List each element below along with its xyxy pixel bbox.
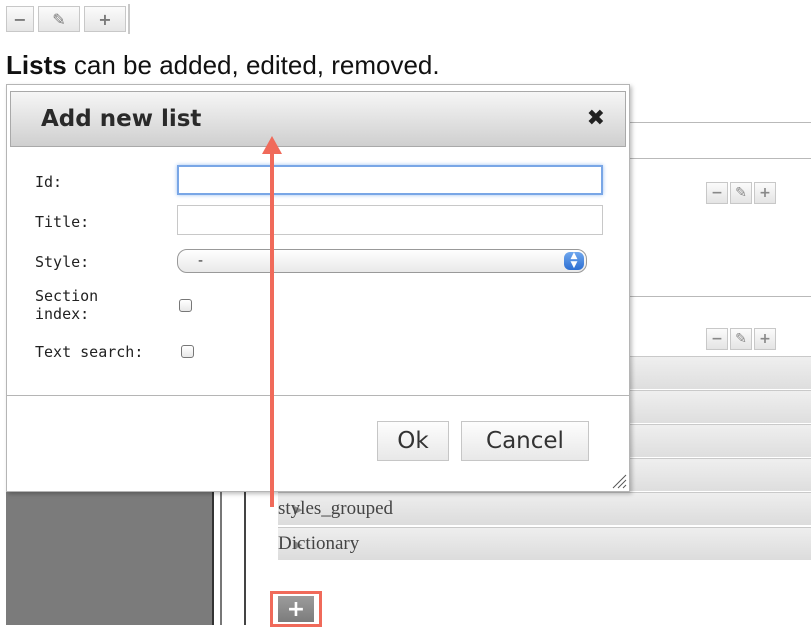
cancel-button[interactable]: Cancel [461,421,589,461]
list-item-label: Dictionary [278,533,360,554]
add-list-button[interactable]: + [84,6,126,32]
minus-icon: − [711,331,723,347]
pencil-icon: ✎ [52,9,66,29]
mini-toolbar-2: − ✎ + [706,328,776,350]
id-field[interactable] [177,165,603,195]
caption: Lists can be added, edited, removed. [6,50,440,81]
list-item-label: styles_grouped [278,498,394,519]
section-index-label-2: index: [35,305,90,323]
splitter[interactable] [212,492,222,625]
close-icon[interactable]: ✖ [587,106,605,131]
pencil-icon: ✎ [735,185,747,201]
add-button[interactable]: + [754,182,776,204]
remove-button[interactable]: − [706,328,728,350]
minus-icon: − [13,9,27,29]
section-index-checkbox[interactable] [179,299,192,312]
mini-toolbar-1: − ✎ + [706,182,776,204]
style-select[interactable]: - ▲ ▼ [177,249,587,273]
id-label: Id: [35,173,63,191]
remove-list-button[interactable]: − [6,6,34,32]
style-label: Style: [35,253,90,271]
list-item[interactable]: ▶ styles_grouped [278,492,811,525]
add-list-bottom-button[interactable]: + [278,596,314,622]
divider [630,122,811,123]
select-arrows-icon: ▲ ▼ [564,252,584,270]
plus-icon: + [759,331,771,347]
annotation-arrow-head-icon [262,136,282,154]
caption-rest: can be added, edited, removed. [66,50,440,80]
text-search-checkbox[interactable] [181,345,194,358]
side-panel [6,492,212,625]
title-field[interactable] [177,205,603,235]
dialog-title: Add new list [41,106,202,132]
add-list-highlight: + [270,591,322,627]
dialog-separator [7,395,629,396]
remove-button[interactable]: − [706,182,728,204]
list-toolbar: − ✎ + [4,4,130,34]
plus-icon: + [286,596,306,622]
plus-icon: + [98,9,112,29]
edit-button[interactable]: ✎ [730,328,752,350]
add-button[interactable]: + [754,328,776,350]
plus-icon: + [759,185,771,201]
edit-button[interactable]: ✎ [730,182,752,204]
divider [244,492,246,625]
dialog-header[interactable]: Add new list ✖ [10,91,626,147]
divider [630,158,811,159]
text-search-label: Text search: [35,343,144,361]
section-index-label-1: Section [35,287,99,305]
divider [630,296,811,297]
pencil-icon: ✎ [735,331,747,347]
add-list-dialog: Add new list ✖ Id: Title: Style: - ▲ ▼ Se… [6,84,630,492]
title-label: Title: [35,213,90,231]
annotation-arrow-shaft [270,150,274,507]
list-item[interactable]: ▶ Dictionary [278,527,811,560]
caption-bold: Lists [6,50,67,80]
resize-grip-icon[interactable] [609,471,627,489]
edit-list-button[interactable]: ✎ [38,6,80,32]
ok-button[interactable]: Ok [377,421,449,461]
style-select-value: - [198,253,204,269]
minus-icon: − [711,185,723,201]
